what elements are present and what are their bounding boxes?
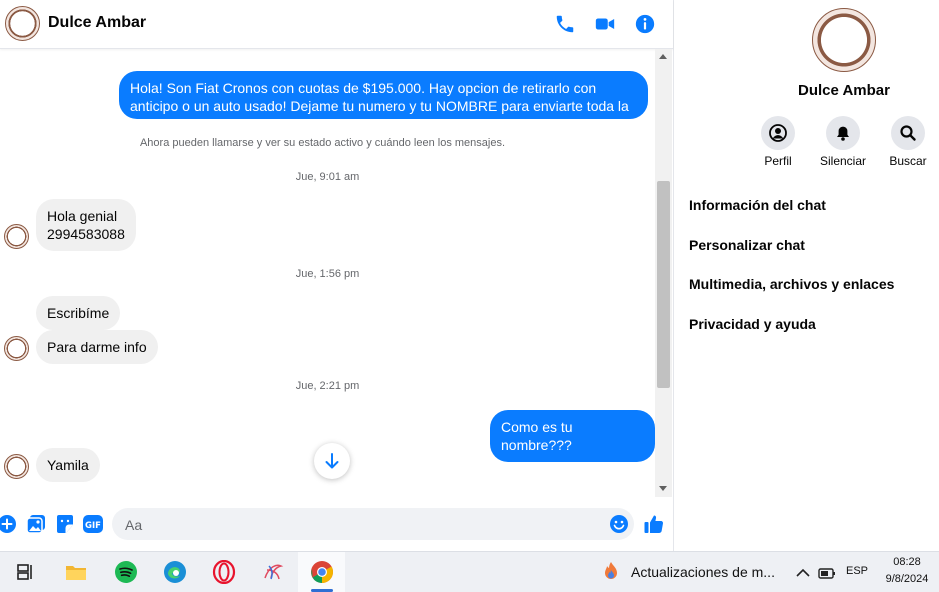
profile-icon: [769, 124, 787, 142]
task-view-icon[interactable]: [14, 560, 38, 584]
sticker-icon[interactable]: [54, 513, 76, 535]
contact-avatar[interactable]: [5, 6, 40, 41]
incoming-message[interactable]: Hola genial 2994583088: [36, 199, 136, 251]
scroll-down-arrow-icon[interactable]: [659, 486, 667, 491]
search-button[interactable]: Buscar: [878, 116, 938, 168]
chat-panel: Dulce Ambar Hola! Son Fiat Cronos con cu…: [0, 0, 674, 551]
sidebar-contact-name: Dulce Ambar: [798, 82, 890, 99]
battery-icon[interactable]: [815, 561, 839, 585]
svg-text:GIF: GIF: [85, 521, 101, 531]
scroll-thumb[interactable]: [657, 181, 670, 388]
incoming-message[interactable]: Para darme info: [36, 330, 158, 364]
message-input-wrapper[interactable]: [112, 508, 634, 540]
arrow-down-icon: [325, 453, 339, 469]
profile-label: Perfil: [764, 154, 792, 168]
windows-update-icon[interactable]: [599, 560, 623, 584]
timestamp: Jue, 9:01 am: [295, 171, 360, 183]
composer: GIF: [0, 498, 673, 551]
message-list[interactable]: Hola! Son Fiat Cronos con cuotas de $195…: [0, 49, 655, 497]
sender-avatar: [4, 336, 29, 361]
plus-icon[interactable]: [0, 513, 18, 535]
notification-text[interactable]: Actualizaciones de m...: [631, 564, 775, 580]
messenger-window: Dulce Ambar Hola! Son Fiat Cronos con cu…: [0, 0, 939, 551]
capcut-icon[interactable]: [261, 560, 285, 584]
incoming-message[interactable]: Yamila: [36, 448, 100, 482]
outgoing-message[interactable]: Como es tu nombre???: [490, 410, 655, 462]
incoming-message[interactable]: Escribíme: [36, 296, 121, 330]
sidebar-item-media-files[interactable]: Multimedia, archivos y enlaces: [689, 276, 894, 292]
chevron-up-icon[interactable]: [791, 561, 815, 585]
opera-icon[interactable]: [212, 560, 236, 584]
scroll-to-bottom-button[interactable]: [314, 443, 350, 479]
sidebar-item-customize-chat[interactable]: Personalizar chat: [689, 237, 805, 253]
outgoing-message[interactable]: Hola! Son Fiat Cronos con cuotas de $195…: [119, 71, 648, 132]
chat-info-sidebar: Dulce Ambar Perfil Silenciar Buscar Info…: [674, 0, 939, 551]
contact-profile-avatar[interactable]: [812, 8, 876, 72]
bell-icon: [837, 126, 849, 141]
chat-header: Dulce Ambar: [0, 0, 673, 49]
search-label: Buscar: [889, 154, 927, 168]
search-icon: [900, 125, 916, 141]
gallery-icon[interactable]: [25, 513, 47, 535]
chat-notice: Ahora pueden llamarse y ver su estado ac…: [139, 137, 506, 149]
scroll-up-arrow-icon[interactable]: [659, 54, 667, 59]
message-input[interactable]: [123, 514, 597, 536]
sender-avatar: [4, 224, 29, 249]
thumbs-up-icon[interactable]: [643, 513, 665, 535]
edge-icon[interactable]: [163, 560, 187, 584]
sender-avatar: [4, 454, 29, 479]
contact-name[interactable]: Dulce Ambar: [48, 14, 146, 32]
spotify-icon[interactable]: [114, 560, 138, 584]
sidebar-item-privacy-help[interactable]: Privacidad y ayuda: [689, 316, 816, 332]
info-icon[interactable]: [634, 13, 656, 35]
timestamp: Jue, 2:21 pm: [295, 380, 360, 392]
mute-button[interactable]: Silenciar: [813, 116, 873, 168]
phone-icon[interactable]: [554, 13, 576, 35]
profile-button[interactable]: Perfil: [748, 116, 808, 168]
file-explorer-icon[interactable]: [64, 560, 88, 584]
language-indicator[interactable]: ESP: [846, 565, 868, 577]
timestamp: Jue, 1:56 pm: [295, 268, 360, 280]
clock-time[interactable]: 08:28: [882, 556, 932, 568]
emoji-icon[interactable]: [608, 513, 630, 535]
sidebar-item-chat-info[interactable]: Información del chat: [689, 197, 826, 213]
mute-label: Silenciar: [819, 154, 867, 168]
gif-icon[interactable]: GIF: [82, 513, 104, 535]
video-call-icon[interactable]: [594, 13, 616, 35]
chrome-icon[interactable]: [310, 560, 334, 584]
clock-date[interactable]: 9/8/2024: [878, 573, 936, 585]
windows-taskbar: Actualizaciones de m... ESP 08:28 9/8/20…: [0, 551, 939, 592]
